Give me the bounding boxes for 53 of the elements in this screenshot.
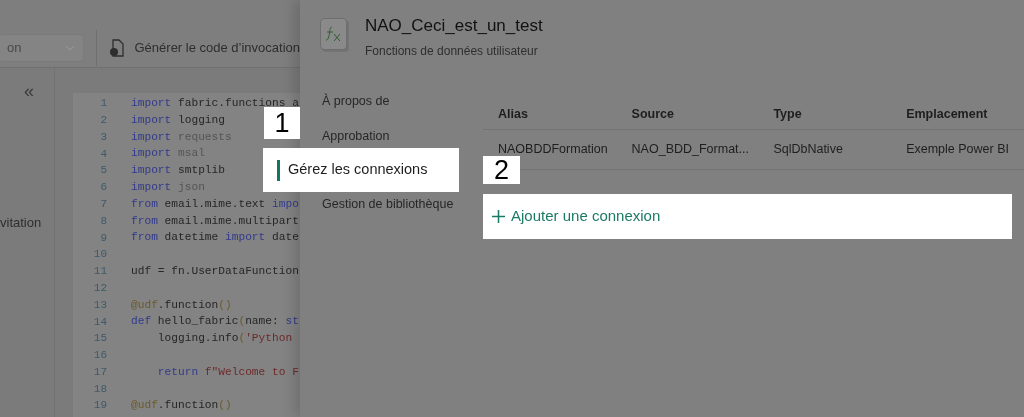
column-header: Source <box>616 101 759 129</box>
line-number: 9 <box>99 230 107 246</box>
nav-item[interactable]: Gérez les connexions <box>263 148 459 192</box>
column-header: Emplacement <box>891 101 1024 129</box>
dropdown-field[interactable]: on <box>0 33 84 62</box>
code-line: @udf.function() <box>131 398 232 414</box>
dropdown-value: on <box>7 38 22 57</box>
add-connection-link[interactable]: Ajouter une connexion <box>483 193 1012 239</box>
collapse-button[interactable]: « <box>24 82 34 100</box>
line-number: 4 <box>99 146 107 162</box>
panel-subtitle: Fonctions de données utilisateur <box>365 43 539 60</box>
code-line: udf = fn.UserDataFunction <box>131 263 299 279</box>
line-number: 6 <box>99 180 107 196</box>
nav-item[interactable]: À propos de <box>300 89 483 113</box>
table-cell: SqlDbNative <box>758 129 892 169</box>
line-number: 11 <box>92 264 107 280</box>
column-header: Alias <box>483 101 617 129</box>
nav-item[interactable]: Approbation <box>300 124 483 148</box>
table-cell: NAO_BDD_Format... <box>616 129 759 169</box>
line-number: 5 <box>99 163 107 179</box>
line-number: 13 <box>92 297 107 313</box>
code-line: from datetime import date <box>131 230 299 246</box>
code-line: from email.mime.multipart <box>131 213 299 229</box>
nav-item[interactable]: Gestion de bibliothèque <box>300 192 483 216</box>
line-number: 15 <box>92 331 107 347</box>
sidebar-item[interactable]: vitation <box>0 213 42 233</box>
line-number: 18 <box>92 381 107 397</box>
line-number: 1 <box>99 96 107 112</box>
line-number: 8 <box>99 213 107 229</box>
line-number: 10 <box>92 247 107 263</box>
table-cell: Exemple Power BI <box>891 129 1024 169</box>
generate-invocation-code-button[interactable]: Générer le code d’invocation <box>108 37 300 58</box>
line-number: 17 <box>92 364 107 380</box>
code-line: from email.mime.text impo <box>131 196 299 212</box>
column-header: Type <box>758 101 892 129</box>
code-line: logging.info('Python <box>156 331 293 347</box>
step-number-badge: 1 <box>264 107 300 139</box>
line-number: 12 <box>92 280 107 296</box>
code-line: import logging <box>131 112 225 128</box>
line-number: 7 <box>99 196 107 212</box>
code-line: @udf.function() <box>131 297 232 313</box>
panel-title: NAO_Ceci_est_un_test <box>365 16 543 36</box>
line-number: 19 <box>92 398 107 414</box>
line-number: 14 <box>92 314 107 330</box>
code-line: return f"Welcome to F <box>156 364 299 380</box>
line-number: 16 <box>92 348 107 364</box>
code-line: import smtplib <box>131 163 225 179</box>
plus-icon <box>492 209 505 223</box>
document-icon <box>108 38 125 57</box>
line-number: 3 <box>99 129 107 145</box>
code-line: def hello_fabric(name: st <box>131 314 299 330</box>
function-icon <box>320 18 347 50</box>
line-number: 2 <box>99 112 107 128</box>
